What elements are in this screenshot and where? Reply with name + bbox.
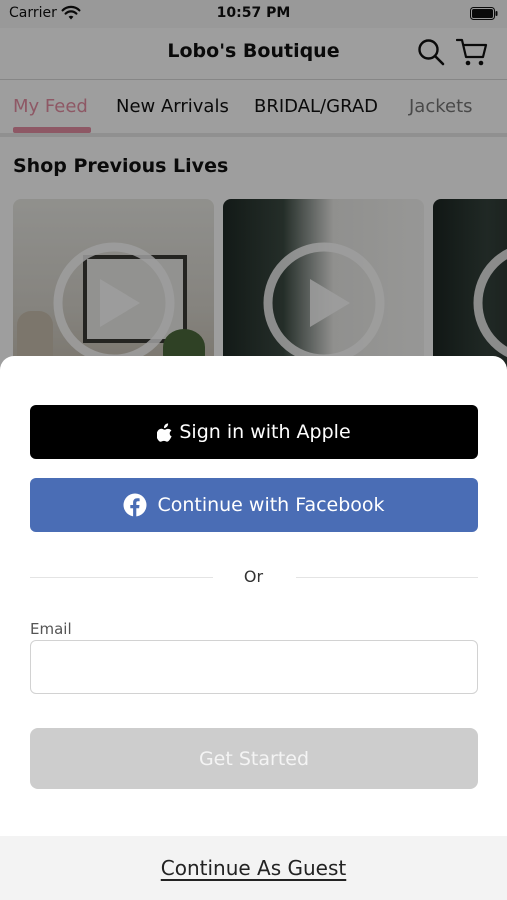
sign-in-with-apple-button[interactable]: Sign in with Apple (30, 405, 478, 459)
email-label: Email (30, 620, 72, 638)
email-field[interactable] (30, 640, 478, 694)
divider-line (296, 577, 478, 578)
sign-in-sheet: Sign in with Apple Continue with Faceboo… (0, 356, 507, 900)
apple-icon (157, 422, 172, 442)
get-started-button[interactable]: Get Started (30, 728, 478, 789)
facebook-icon (123, 493, 147, 517)
apple-button-label: Sign in with Apple (179, 421, 351, 443)
guest-bar: Continue As Guest (0, 836, 507, 900)
continue-as-guest-link[interactable]: Continue As Guest (0, 856, 507, 880)
continue-with-facebook-button[interactable]: Continue with Facebook (30, 478, 478, 532)
get-started-label: Get Started (198, 747, 310, 770)
facebook-button-label: Continue with Facebook (157, 494, 385, 516)
